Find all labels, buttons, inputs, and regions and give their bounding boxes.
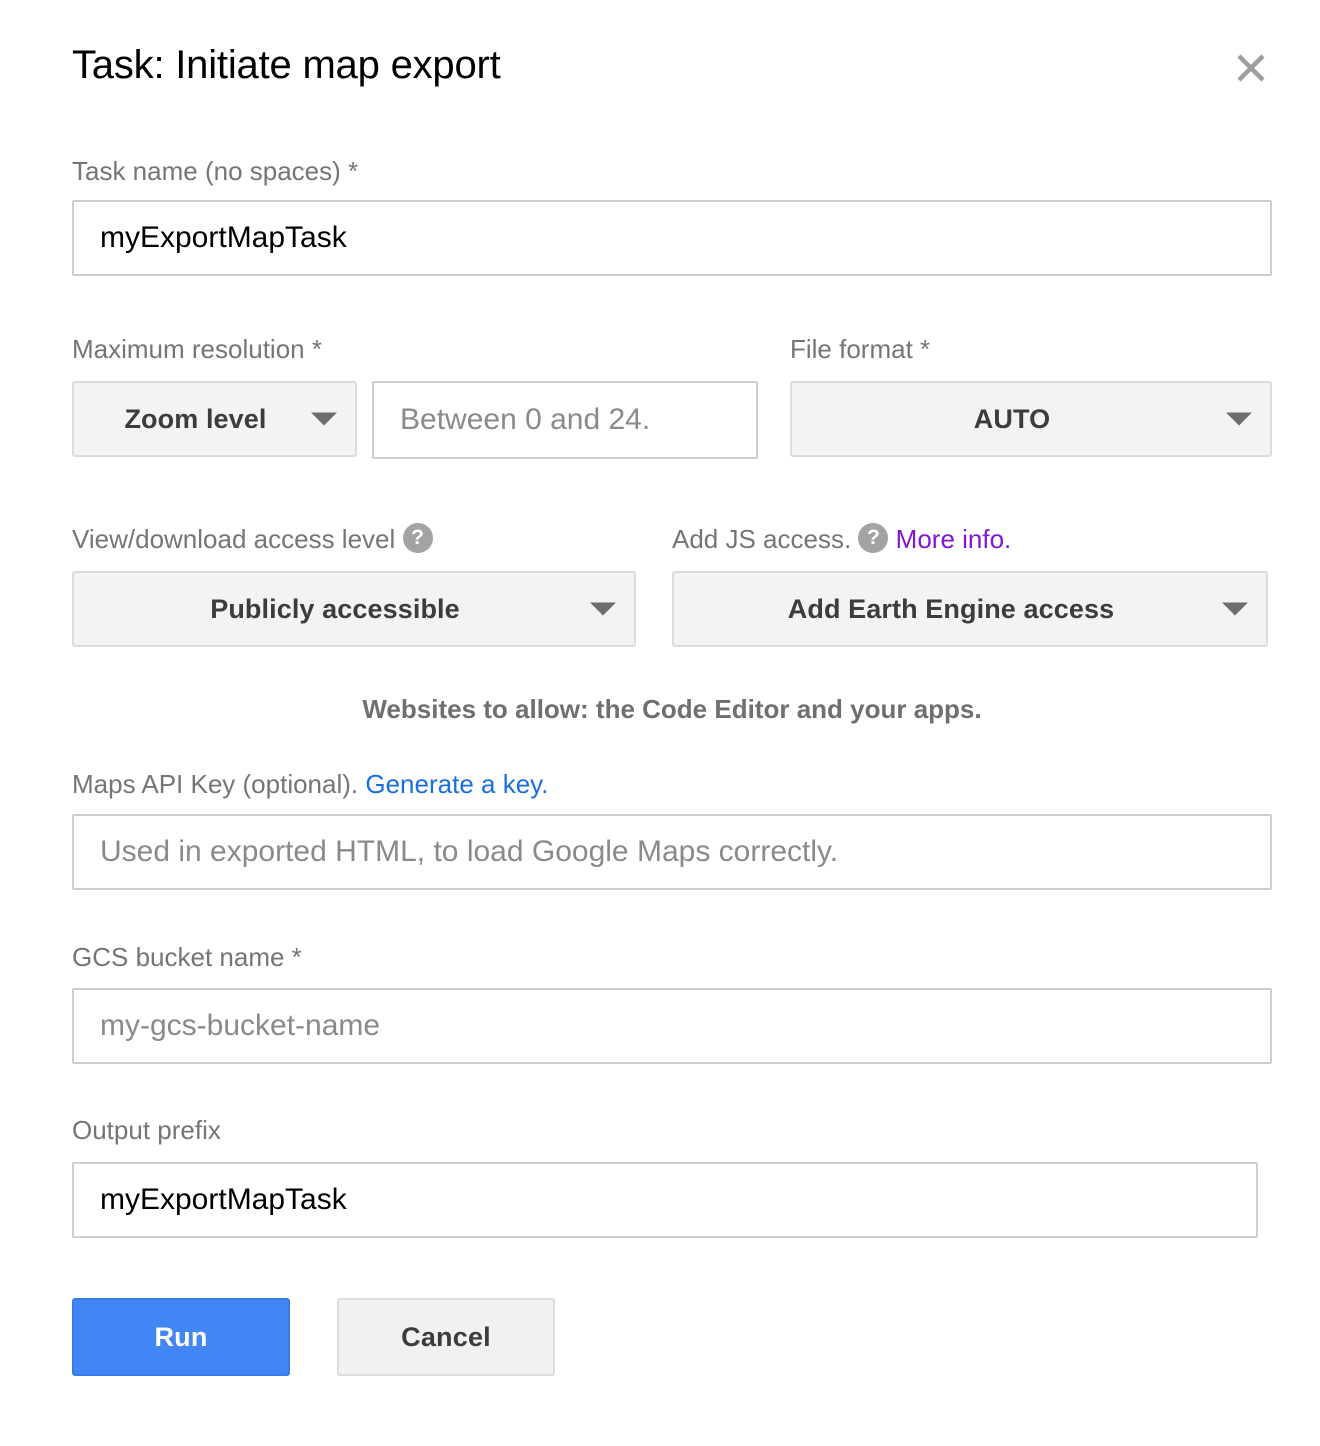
export-map-dialog: Task: Initiate map export Task name (no … xyxy=(0,0,1320,1446)
task-name-value: myExportMapTask xyxy=(100,220,347,256)
task-name-label: Task name (no spaces) * xyxy=(72,155,358,187)
js-access-label-text: Add JS access. xyxy=(672,524,851,554)
max-resolution-label: Maximum resolution * xyxy=(72,333,322,365)
chevron-down-icon xyxy=(1226,413,1252,426)
close-icon xyxy=(1234,51,1268,85)
file-format-value: AUTO xyxy=(808,404,1216,435)
js-access-label: Add JS access. ? More info. xyxy=(672,523,1011,556)
help-circle-icon[interactable]: ? xyxy=(403,523,433,553)
output-prefix-input[interactable]: myExportMapTask xyxy=(72,1162,1258,1238)
gcs-bucket-placeholder: my-gcs-bucket-name xyxy=(100,1008,380,1044)
file-format-select[interactable]: AUTO xyxy=(790,381,1272,457)
js-access-value: Add Earth Engine access xyxy=(690,594,1212,625)
max-resolution-unit-select[interactable]: Zoom level xyxy=(72,381,357,457)
websites-to-allow-note: Websites to allow: the Code Editor and y… xyxy=(72,693,1272,725)
maps-api-key-label: Maps API Key (optional). Generate a key. xyxy=(72,768,548,800)
output-prefix-label: Output prefix xyxy=(72,1114,221,1146)
access-level-label-text: View/download access level xyxy=(72,524,395,554)
dialog-actions: Run Cancel xyxy=(72,1298,555,1376)
close-button[interactable] xyxy=(1229,46,1273,90)
js-access-select[interactable]: Add Earth Engine access xyxy=(672,571,1268,647)
chevron-down-icon xyxy=(311,413,337,426)
max-resolution-unit-value: Zoom level xyxy=(90,404,301,435)
maps-api-key-label-text: Maps API Key (optional). xyxy=(72,769,358,799)
access-level-value: Publicly accessible xyxy=(90,594,580,625)
max-resolution-value-input[interactable]: Between 0 and 24. xyxy=(372,381,758,459)
file-format-label: File format * xyxy=(790,333,930,365)
dialog-header: Task: Initiate map export xyxy=(72,40,1272,104)
task-name-input[interactable]: myExportMapTask xyxy=(72,200,1272,276)
access-level-select[interactable]: Publicly accessible xyxy=(72,571,636,647)
access-level-label: View/download access level ? xyxy=(72,523,433,556)
more-info-link[interactable]: More info. xyxy=(896,524,1012,554)
cancel-button[interactable]: Cancel xyxy=(337,1298,555,1376)
gcs-bucket-label: GCS bucket name * xyxy=(72,941,302,973)
maps-api-key-input[interactable]: Used in exported HTML, to load Google Ma… xyxy=(72,814,1272,890)
max-resolution-placeholder: Between 0 and 24. xyxy=(400,402,650,438)
generate-key-link[interactable]: Generate a key. xyxy=(365,769,548,799)
page-title: Task: Initiate map export xyxy=(72,40,1272,90)
run-button[interactable]: Run xyxy=(72,1298,290,1376)
maps-api-key-placeholder: Used in exported HTML, to load Google Ma… xyxy=(100,834,838,870)
gcs-bucket-input[interactable]: my-gcs-bucket-name xyxy=(72,988,1272,1064)
chevron-down-icon xyxy=(590,603,616,616)
output-prefix-value: myExportMapTask xyxy=(100,1182,347,1218)
help-circle-icon[interactable]: ? xyxy=(858,523,888,553)
chevron-down-icon xyxy=(1222,603,1248,616)
